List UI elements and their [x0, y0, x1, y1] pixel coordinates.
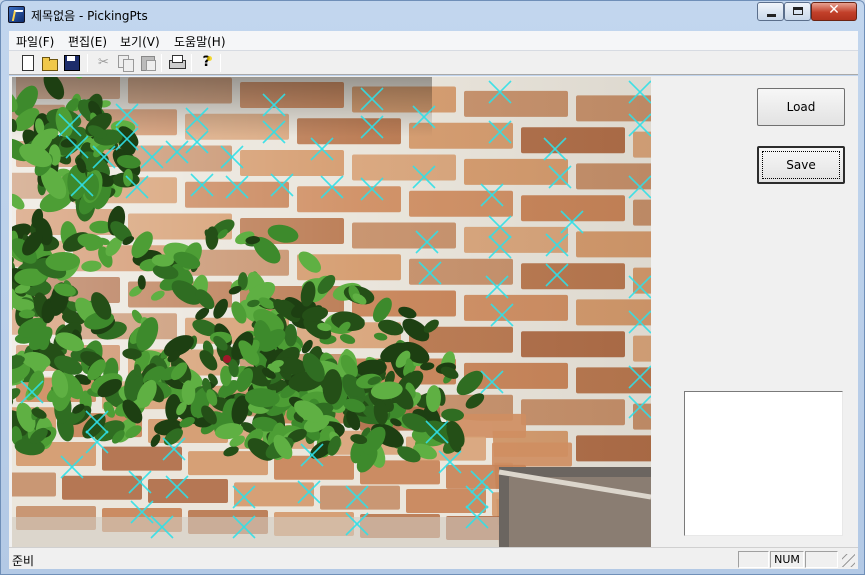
planter-brick	[148, 479, 228, 504]
save-button[interactable]: Save	[757, 146, 845, 184]
save-disk-icon[interactable]	[63, 54, 80, 71]
minimize-icon	[767, 14, 776, 17]
resize-grip-icon[interactable]	[842, 554, 855, 567]
toolbar-separator	[191, 54, 192, 72]
app-icon[interactable]	[8, 6, 25, 23]
menu-file[interactable]: 파일(F)	[16, 33, 54, 50]
window-title: 제목없음 - PickingPts	[31, 9, 148, 23]
preview-panel	[684, 391, 843, 536]
menu-view[interactable]: 보기(V)	[120, 33, 160, 50]
status-pane-caps	[738, 551, 769, 568]
red-flower	[223, 355, 231, 363]
photo-canvas[interactable]	[12, 77, 651, 547]
status-pane-num: NUM	[770, 551, 804, 568]
status-pane-scroll	[805, 551, 838, 568]
paste-icon[interactable]	[139, 54, 156, 71]
close-button[interactable]: ✕	[811, 2, 857, 21]
toolbar-separator	[220, 54, 221, 72]
planter-brick	[320, 485, 400, 510]
copy-icon[interactable]	[117, 54, 134, 72]
maximize-button[interactable]	[784, 2, 811, 21]
load-button[interactable]: Load	[757, 88, 845, 126]
planter-brick	[12, 472, 56, 497]
brick-wall-photo[interactable]	[12, 77, 651, 547]
client-area: Load Save	[9, 76, 858, 547]
help-icon[interactable]: ?	[198, 54, 215, 71]
cut-scissors-icon[interactable]: ✂	[95, 54, 112, 71]
status-bar: 준비 NUM	[9, 547, 858, 569]
close-icon: ✕	[828, 2, 840, 18]
leaf	[181, 380, 196, 405]
new-document-icon[interactable]	[19, 54, 36, 71]
menu-bar: 파일(F) 편집(E) 보기(V) 도움말(H)	[9, 31, 858, 51]
leaf	[284, 323, 297, 347]
menu-help[interactable]: 도움말(H)	[174, 33, 226, 50]
toolbar: ✂ ?	[9, 51, 858, 75]
step-shadow	[498, 467, 651, 547]
maximize-icon	[793, 7, 803, 15]
app-window: 제목없음 - PickingPts ✕ 파일(F) 편집(E) 보기(V) 도움…	[0, 0, 865, 575]
print-icon[interactable]	[168, 54, 186, 71]
planter-brick	[492, 442, 572, 467]
toolbar-separator	[161, 54, 162, 72]
planter-brick	[102, 446, 182, 471]
title-bar[interactable]: 제목없음 - PickingPts ✕	[1, 1, 864, 29]
focus-rect	[762, 151, 840, 179]
menu-edit[interactable]: 편집(E)	[68, 33, 107, 50]
toolbar-separator	[87, 54, 88, 72]
planter-brick	[62, 475, 142, 500]
open-folder-icon[interactable]	[41, 54, 58, 71]
minimize-button[interactable]	[757, 2, 784, 21]
status-text: 준비	[12, 554, 35, 568]
planter-brick	[274, 455, 354, 480]
